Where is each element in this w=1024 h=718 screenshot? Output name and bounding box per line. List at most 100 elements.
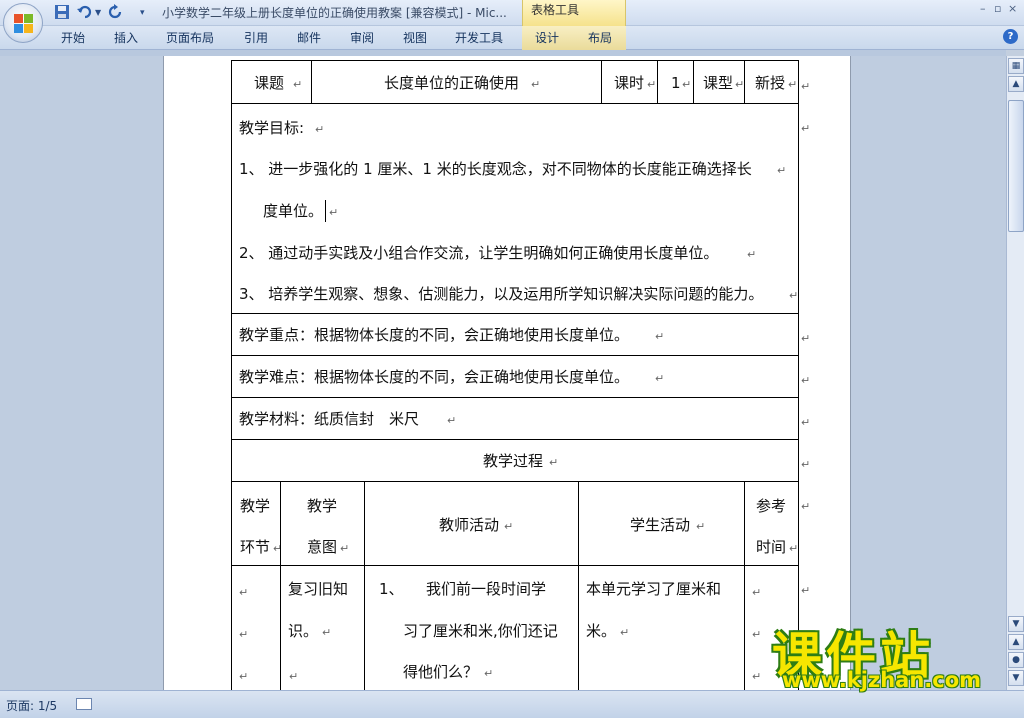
proofing-icon[interactable]: [76, 698, 92, 710]
cell-hours-label[interactable]: 课时 ↵: [601, 60, 658, 104]
paragraph-mark: ↵: [340, 542, 350, 555]
objectives-heading: 教学目标:: [239, 119, 305, 137]
row1-student-line2: 米。: [586, 622, 617, 640]
ruler-toggle-icon[interactable]: ▦: [1008, 58, 1024, 74]
cell-hours-value[interactable]: 1 ↵: [657, 60, 694, 104]
paragraph-mark: ↵: [239, 586, 249, 599]
paragraph-mark: ↵: [447, 414, 457, 427]
type-label: 课型: [703, 74, 734, 92]
cell-topic-value[interactable]: 长度单位的正确使用 ↵: [311, 60, 602, 104]
cell-key-point[interactable]: 教学重点：根据物体长度的不同，会正确地使用长度单位。 ↵: [231, 313, 799, 356]
paragraph-mark: ↵: [504, 520, 514, 533]
cell-row1-student[interactable]: 本单元学习了厘米和 米。 ↵: [578, 565, 745, 690]
hours-label: 课时: [614, 74, 645, 92]
paragraph-mark: ↵: [752, 628, 762, 641]
hours-value: 1: [671, 74, 681, 92]
type-value: 新授: [755, 74, 786, 92]
scroll-down-icon[interactable]: ▼: [1008, 616, 1024, 632]
scroll-up-icon[interactable]: ▲: [1008, 76, 1024, 92]
cell-process-title[interactable]: 教学过程 ↵: [231, 439, 799, 482]
paragraph-mark: ↵: [293, 78, 303, 91]
cell-objectives[interactable]: 教学目标: ↵ 1、 进一步强化的 1 厘米、1 米的长度观念，对不同物体的长度…: [231, 103, 799, 314]
browse-object-icon[interactable]: ●: [1008, 652, 1024, 668]
tab-references[interactable]: 引用: [244, 30, 268, 46]
paragraph-mark: ↵: [239, 670, 249, 683]
restore-button[interactable]: ▫: [994, 2, 1001, 15]
cell-topic-label[interactable]: 课题 ↵: [231, 60, 312, 104]
paragraph-mark: ↵: [655, 330, 665, 343]
office-logo-icon: [14, 14, 34, 34]
redo-icon[interactable]: [108, 4, 124, 22]
cell-type-value[interactable]: 新授 ↵: [744, 60, 799, 104]
paragraph-mark: ↵: [777, 164, 787, 177]
tab-page-layout[interactable]: 页面布局: [166, 30, 214, 46]
paragraph-mark: ↵: [239, 628, 249, 641]
next-page-icon[interactable]: ▼: [1008, 670, 1024, 686]
row1-teacher-line3: 得他们么？: [403, 663, 479, 681]
paragraph-mark: ↵: [315, 123, 325, 136]
scroll-thumb[interactable]: [1008, 100, 1024, 232]
paragraph-mark: ↵: [647, 78, 657, 91]
cell-intent-header[interactable]: 教学 意图 ↵: [280, 481, 365, 566]
document-area[interactable]: 课题 ↵ 长度单位的正确使用 ↵ 课时 ↵ 1 ↵ 课型 ↵ 新授 ↵ 教学目标…: [0, 56, 1006, 690]
cell-student-header[interactable]: 学生活动 ↵: [578, 481, 745, 566]
time-header-line1: 参考: [756, 497, 787, 515]
paragraph-mark: ↵: [322, 626, 332, 639]
cell-row1-teacher[interactable]: 1、 我们前一段时间学 习了厘米和米,你们还记 得他们么？ ↵: [364, 565, 579, 690]
vertical-scrollbar[interactable]: ▦ ▲ ▼ ▲ ● ▼: [1006, 56, 1024, 690]
window-title: 小学数学二年级上册长度单位的正确使用教案 [兼容模式] - Mic...: [162, 6, 507, 20]
cell-time-header[interactable]: 参考 时间 ↵: [744, 481, 799, 566]
row1-teacher-line1: 1、 我们前一段时间学: [379, 580, 547, 598]
tab-insert[interactable]: 插入: [114, 30, 138, 46]
stage-header-line1: 教学: [240, 497, 271, 515]
cell-row1-stage[interactable]: ↵ ↵ ↵: [231, 565, 281, 690]
row-end-mark: ↵: [801, 332, 811, 345]
cell-stage-header[interactable]: 教学 环节 ↵: [231, 481, 282, 566]
topic-value: 长度单位的正确使用: [384, 74, 520, 92]
tab-view[interactable]: 视图: [403, 30, 427, 46]
undo-icon[interactable]: [76, 4, 94, 22]
customize-toolbar-icon[interactable]: ▾: [140, 4, 145, 22]
help-icon[interactable]: ?: [1003, 29, 1018, 44]
watermark-url: www.kjzhan.com: [782, 668, 982, 692]
tab-mailings[interactable]: 邮件: [297, 30, 321, 46]
paragraph-mark: ↵: [655, 372, 665, 385]
undo-dropdown-icon[interactable]: ▼: [95, 4, 101, 22]
paragraph-mark: ↵: [789, 289, 799, 302]
text-cursor: [325, 200, 326, 222]
row-end-mark: ↵: [801, 122, 811, 135]
row-end-mark: ↵: [801, 416, 811, 429]
materials: 教学材料：纸质信封 米尺: [239, 410, 420, 428]
time-header-line2: 时间: [756, 538, 787, 556]
save-icon[interactable]: [54, 4, 70, 22]
status-bar: 页面: 1/5: [0, 690, 1024, 718]
page-indicator[interactable]: 页面: 1/5: [6, 697, 57, 714]
previous-page-icon[interactable]: ▲: [1008, 634, 1024, 650]
paragraph-mark: ↵: [747, 248, 757, 261]
paragraph-mark: ↵: [789, 542, 799, 555]
tab-home[interactable]: 开始: [61, 30, 85, 46]
tab-design[interactable]: 设计: [535, 30, 559, 46]
paragraph-mark: ↵: [329, 206, 339, 219]
title-bar: ▼ ▾ 小学数学二年级上册长度单位的正确使用教案 [兼容模式] - Mic...…: [0, 0, 1024, 43]
cell-row1-intent[interactable]: 复习旧知 识。 ↵ ↵: [280, 565, 365, 690]
close-button[interactable]: ×: [1008, 2, 1017, 15]
minimize-button[interactable]: –: [980, 2, 986, 15]
row1-student-line1: 本单元学习了厘米和: [586, 580, 722, 598]
tab-layout[interactable]: 布局: [588, 30, 612, 46]
key-point: 教学重点：根据物体长度的不同，会正确地使用长度单位。: [239, 326, 630, 344]
stage-header-line2: 环节: [240, 538, 271, 556]
cell-teacher-header[interactable]: 教师活动 ↵: [364, 481, 579, 566]
tab-developer[interactable]: 开发工具: [455, 30, 503, 46]
row-end-mark: ↵: [801, 374, 811, 387]
tab-review[interactable]: 审阅: [350, 30, 374, 46]
topic-label: 课题: [254, 74, 285, 92]
office-button[interactable]: [3, 3, 43, 43]
difficulty: 教学难点：根据物体长度的不同，会正确地使用长度单位。: [239, 368, 630, 386]
cell-type-label[interactable]: 课型 ↵: [693, 60, 745, 104]
row-end-mark: ↵: [801, 584, 811, 597]
cell-difficulty[interactable]: 教学难点：根据物体长度的不同，会正确地使用长度单位。 ↵: [231, 355, 799, 398]
ribbon-tabs: 开始 插入 页面布局 引用 邮件 审阅 视图 开发工具 设计 布局 ?: [0, 26, 1024, 50]
cell-materials[interactable]: 教学材料：纸质信封 米尺 ↵: [231, 397, 799, 440]
row-end-mark: ↵: [801, 80, 811, 93]
